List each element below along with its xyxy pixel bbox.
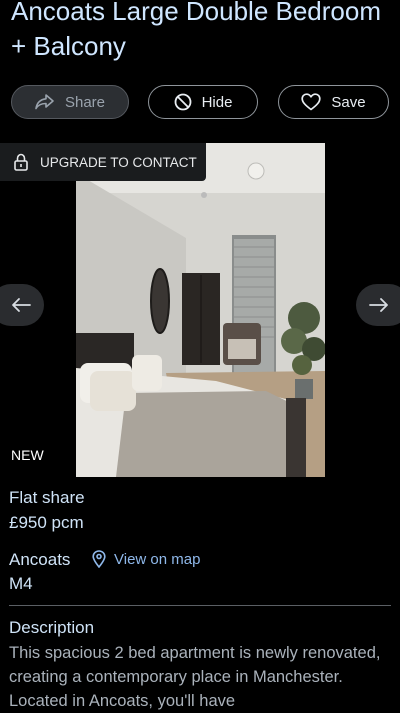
bedroom-photo-image [76,143,325,477]
upgrade-label: UPGRADE TO CONTACT [40,154,197,170]
share-button[interactable]: Share [11,85,129,119]
section-divider [9,605,391,606]
upgrade-to-contact-banner[interactable]: UPGRADE TO CONTACT [0,143,206,181]
map-pin-icon [92,550,106,568]
arrow-left-icon [12,298,31,312]
save-label: Save [331,93,366,111]
hide-button[interactable]: Hide [148,85,258,119]
area-name: Ancoats [9,550,71,569]
listing-title: Ancoats Large Double Bedroom + Balcony [11,0,382,61]
share-label: Share [64,93,106,111]
description-heading: Description [9,618,95,637]
postcode: M4 [9,574,33,593]
block-icon [174,93,191,111]
action-bar: Share Hide Save [11,85,389,121]
photo-gallery: UPGRADE TO CONTACT NEW [0,143,400,477]
price: £950 pcm [9,513,84,532]
save-button[interactable]: Save [278,85,389,119]
lock-icon [14,153,28,171]
view-on-map-link[interactable]: View on map [92,550,200,568]
description-text: This spacious 2 bed apartment is newly r… [9,644,381,710]
hide-label: Hide [201,93,233,111]
property-type: Flat share [9,488,85,507]
share-arrow-icon [35,94,54,110]
next-photo-button[interactable] [356,284,400,326]
new-badge: NEW [11,447,44,463]
heart-icon [301,93,322,111]
listing-photo[interactable] [76,143,325,477]
previous-photo-button[interactable] [0,284,44,326]
map-link-label: View on map [114,550,201,568]
arrow-right-icon [369,298,388,312]
